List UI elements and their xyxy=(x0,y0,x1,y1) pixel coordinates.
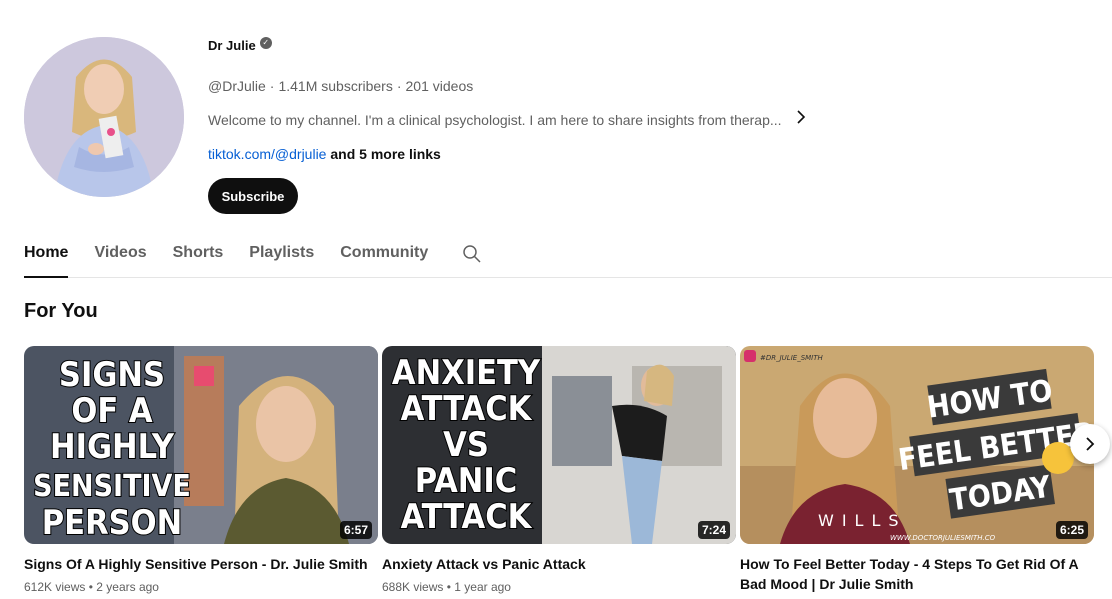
video-card[interactable]: ANXIETY ATTACK VS PANIC ATTACK 7:24 Anxi… xyxy=(382,346,736,594)
thumb-text-line: ATTACK xyxy=(401,497,533,537)
video-thumbnail[interactable]: SIGNS OF A HIGHLY SENSITIVE PERSON 6:57 xyxy=(24,346,378,544)
tab-home[interactable]: Home xyxy=(24,232,69,278)
thumb-handle: #DR_JULIE_SMITH xyxy=(760,354,824,362)
video-card[interactable]: WILLS #DR_JULIE_SMITH HOW TO FEEL BETTER… xyxy=(740,346,1094,594)
video-views: 688K views xyxy=(382,580,444,594)
tab-community[interactable]: Community xyxy=(340,232,428,278)
section-title: For You xyxy=(24,300,98,322)
channel-meta: @DrJulie · 1.41M subscribers · 201 video… xyxy=(208,78,473,94)
meta-separator: · xyxy=(269,78,275,94)
video-count: 201 videos xyxy=(405,78,474,94)
video-duration: 7:24 xyxy=(697,521,730,539)
chevron-right-icon xyxy=(1086,437,1095,451)
channel-description[interactable]: Welcome to my channel. I'm a clinical ps… xyxy=(208,110,806,129)
meta-separator: · xyxy=(396,78,402,94)
verified-check-icon: ✓ xyxy=(259,36,272,49)
channel-name[interactable]: Dr Julie xyxy=(208,38,256,53)
video-duration: 6:57 xyxy=(339,521,372,539)
video-thumbnail[interactable]: ANXIETY ATTACK VS PANIC ATTACK 7:24 xyxy=(382,346,736,544)
search-icon[interactable] xyxy=(462,232,482,269)
video-title[interactable]: Anxiety Attack vs Panic Attack xyxy=(382,554,736,574)
thumb-text-line: ANXIETY xyxy=(392,353,541,393)
video-views: 612K views xyxy=(24,580,86,594)
video-thumbnail[interactable]: WILLS #DR_JULIE_SMITH HOW TO FEEL BETTER… xyxy=(740,346,1094,544)
carousel-next-button[interactable] xyxy=(1070,424,1110,464)
video-meta: 612K views • 2 years ago xyxy=(24,580,378,594)
channel-handle: @DrJulie xyxy=(208,78,266,94)
tab-playlists[interactable]: Playlists xyxy=(249,232,314,278)
video-duration: 6:25 xyxy=(1055,521,1088,539)
thumb-text-line: HIGHLY xyxy=(50,427,175,467)
thumb-url: WWW.DOCTORJULIESMITH.CO xyxy=(890,534,996,542)
thumb-text-line: OF A xyxy=(71,391,153,431)
channel-avatar[interactable] xyxy=(24,37,184,197)
meta-dot: • xyxy=(88,580,93,594)
thumb-text-line: SENSITIVE xyxy=(33,469,191,504)
thumb-text-line: PANIC xyxy=(415,461,517,501)
chevron-right-icon[interactable] xyxy=(796,110,806,129)
video-card[interactable]: SIGNS OF A HIGHLY SENSITIVE PERSON 6:57 … xyxy=(24,346,378,594)
channel-name-row: Dr Julie ✓ xyxy=(208,36,272,53)
tiktok-link[interactable]: tiktok.com/@drjulie xyxy=(208,146,326,162)
description-text[interactable]: Welcome to my channel. I'm a clinical ps… xyxy=(208,112,782,128)
subscriber-count: 1.41M subscribers xyxy=(278,78,393,94)
thumb-shirt-text: WILLS xyxy=(818,511,907,530)
video-meta: 688K views • 1 year ago xyxy=(382,580,736,594)
more-links[interactable]: and 5 more links xyxy=(330,146,440,162)
video-title[interactable]: Signs Of A Highly Sensitive Person - Dr.… xyxy=(24,554,378,574)
subscribe-button[interactable]: Subscribe xyxy=(208,178,298,214)
channel-links: tiktok.com/@drjulie and 5 more links xyxy=(208,146,441,162)
thumb-text-line: ATTACK xyxy=(401,389,533,429)
video-title[interactable]: How To Feel Better Today - 4 Steps To Ge… xyxy=(740,554,1094,594)
thumb-text-line: SIGNS xyxy=(59,355,165,395)
video-age: 2 years ago xyxy=(96,580,159,594)
tab-shorts[interactable]: Shorts xyxy=(173,232,224,278)
channel-tabs: Home Videos Shorts Playlists Community xyxy=(24,232,1112,278)
video-age: 1 year ago xyxy=(454,580,511,594)
meta-dot: • xyxy=(446,580,451,594)
tab-videos[interactable]: Videos xyxy=(94,232,146,278)
thumb-text-line: VS xyxy=(443,425,489,465)
thumb-text-line: PERSON xyxy=(42,503,183,543)
